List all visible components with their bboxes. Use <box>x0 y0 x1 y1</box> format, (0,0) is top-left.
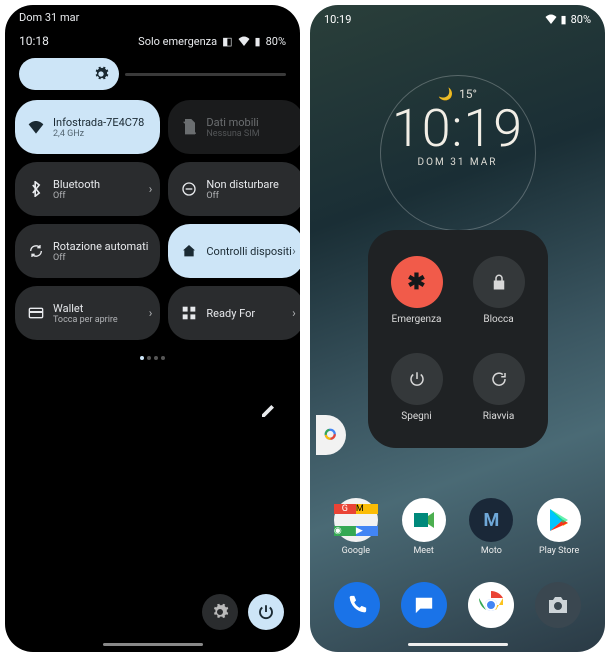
chevron-right-icon: › <box>292 244 296 258</box>
temperature: 15° <box>459 87 477 101</box>
tile-title: Infostrada-7E4C78 <box>53 116 144 129</box>
wifi-icon <box>238 36 250 46</box>
brightness-slider[interactable] <box>5 54 300 100</box>
power-button[interactable] <box>248 594 284 630</box>
clock: 10:19 <box>324 13 351 26</box>
battery-pct: 80% <box>571 13 591 26</box>
tile-title: Non disturbare <box>206 178 279 191</box>
edit-button[interactable] <box>260 403 276 419</box>
tile-title: Ready For <box>206 307 255 320</box>
home-indicator[interactable] <box>103 643 203 646</box>
qs-header: 10:18 Solo emergenza ◧ ▮ 80% <box>5 24 300 54</box>
home-indicator[interactable] <box>408 643 508 646</box>
power-emergency[interactable]: ✱ Emergenza <box>378 244 456 337</box>
power-menu: ✱ Emergenza Blocca Spegni Riavvia <box>368 230 548 448</box>
wallet-icon <box>27 304 45 322</box>
dock-camera[interactable] <box>535 582 581 628</box>
brightness-track[interactable] <box>125 73 286 76</box>
tile-devicecontrols[interactable]: Controlli dispositi › <box>168 224 300 278</box>
status-bar: 10:19 ▮ 80% <box>310 5 605 29</box>
dock-chrome[interactable] <box>468 582 514 628</box>
power-label: Riavvia <box>483 411 515 422</box>
power-icon <box>408 370 426 388</box>
sim-off-icon <box>180 118 198 136</box>
app-label: Meet <box>413 546 433 556</box>
tile-rotation[interactable]: Rotazione automatiOff <box>15 224 160 278</box>
power-label: Spegni <box>401 411 431 422</box>
app-label: Moto <box>481 546 502 556</box>
tile-wifi[interactable]: Infostrada-7E4C782,4 GHz <box>15 100 160 154</box>
tile-sub: 2,4 GHz <box>53 129 144 139</box>
power-label: Emergenza <box>392 314 442 325</box>
clock-date: DOM 31 MAR <box>310 157 605 168</box>
wifi-icon <box>545 14 557 24</box>
wifi-icon <box>27 118 45 136</box>
network-status: Solo emergenza <box>138 35 217 48</box>
phone-powermenu: 10:19 ▮ 80% 🌙 15° 10:19 DOM 31 MAR ✱ Emer… <box>310 5 605 652</box>
chevron-right-icon: › <box>149 306 153 320</box>
status-date: Dom 31 mar <box>5 5 300 24</box>
app-label: Play Store <box>539 546 579 556</box>
signal-icon: ◧ <box>222 35 232 48</box>
brightness-thumb[interactable] <box>19 58 119 90</box>
phone-quicksettings: Dom 31 mar 10:18 Solo emergenza ◧ ▮ 80% I… <box>5 5 300 652</box>
tile-title: Wallet <box>53 302 118 315</box>
tile-sub: Off <box>53 191 100 201</box>
app-google[interactable]: GM◉▶ Google <box>334 498 378 556</box>
tile-bluetooth[interactable]: BluetoothOff › <box>15 162 160 216</box>
tile-title: Controlli dispositi <box>206 245 291 258</box>
google-search-edge[interactable] <box>316 415 346 455</box>
bluetooth-icon <box>27 180 45 198</box>
chevron-right-icon: › <box>292 306 296 320</box>
tile-sub: Nessuna SIM <box>206 129 259 139</box>
power-shutdown[interactable]: Spegni <box>378 341 456 434</box>
tile-title: Bluetooth <box>53 178 100 191</box>
dock <box>310 582 605 628</box>
dock-messages[interactable] <box>401 582 447 628</box>
clock-time: 10:19 <box>310 103 605 155</box>
restart-icon <box>490 370 508 388</box>
grid-icon <box>180 304 198 322</box>
dnd-icon <box>180 180 198 198</box>
chevron-right-icon: › <box>149 182 153 196</box>
app-meet[interactable]: Meet <box>402 498 446 556</box>
tile-sub: Off <box>206 191 279 201</box>
tile-title: Rotazione automati <box>53 240 148 253</box>
power-restart[interactable]: Riavvia <box>460 341 538 434</box>
tile-sub: Off <box>53 253 148 263</box>
tile-sub: Tocca per aprire <box>53 315 118 325</box>
dock-phone[interactable] <box>334 582 380 628</box>
battery-icon: ▮ <box>561 13 567 26</box>
power-lock[interactable]: Blocca <box>460 244 538 337</box>
lockscreen-clock: 🌙 15° 10:19 DOM 31 MAR <box>310 87 605 168</box>
bottom-actions <box>202 594 284 630</box>
app-row: GM◉▶ Google Meet M Moto Play Store <box>310 498 605 556</box>
qs-tiles: Infostrada-7E4C782,4 GHz Dati mobiliNess… <box>5 100 300 340</box>
settings-button[interactable] <box>202 594 238 630</box>
battery-icon: ▮ <box>255 35 261 48</box>
gear-icon <box>93 66 109 82</box>
app-playstore[interactable]: Play Store <box>537 498 581 556</box>
tile-wallet[interactable]: WalletTocca per aprire › <box>15 286 160 340</box>
lock-icon <box>491 273 507 291</box>
home-icon <box>180 242 198 260</box>
tile-mobiledata[interactable]: Dati mobiliNessuna SIM <box>168 100 300 154</box>
moon-icon: 🌙 <box>438 87 453 101</box>
app-moto[interactable]: M Moto <box>469 498 513 556</box>
tile-title: Dati mobili <box>206 116 259 129</box>
app-label: Google <box>342 546 370 556</box>
tile-readyfor[interactable]: Ready For › <box>168 286 300 340</box>
tile-dnd[interactable]: Non disturbareOff <box>168 162 300 216</box>
rotation-icon <box>27 242 45 260</box>
power-label: Blocca <box>483 314 513 325</box>
page-indicator <box>5 340 300 364</box>
battery-pct: 80% <box>266 35 286 48</box>
clock: 10:18 <box>19 34 49 48</box>
asterisk-icon: ✱ <box>407 270 425 295</box>
